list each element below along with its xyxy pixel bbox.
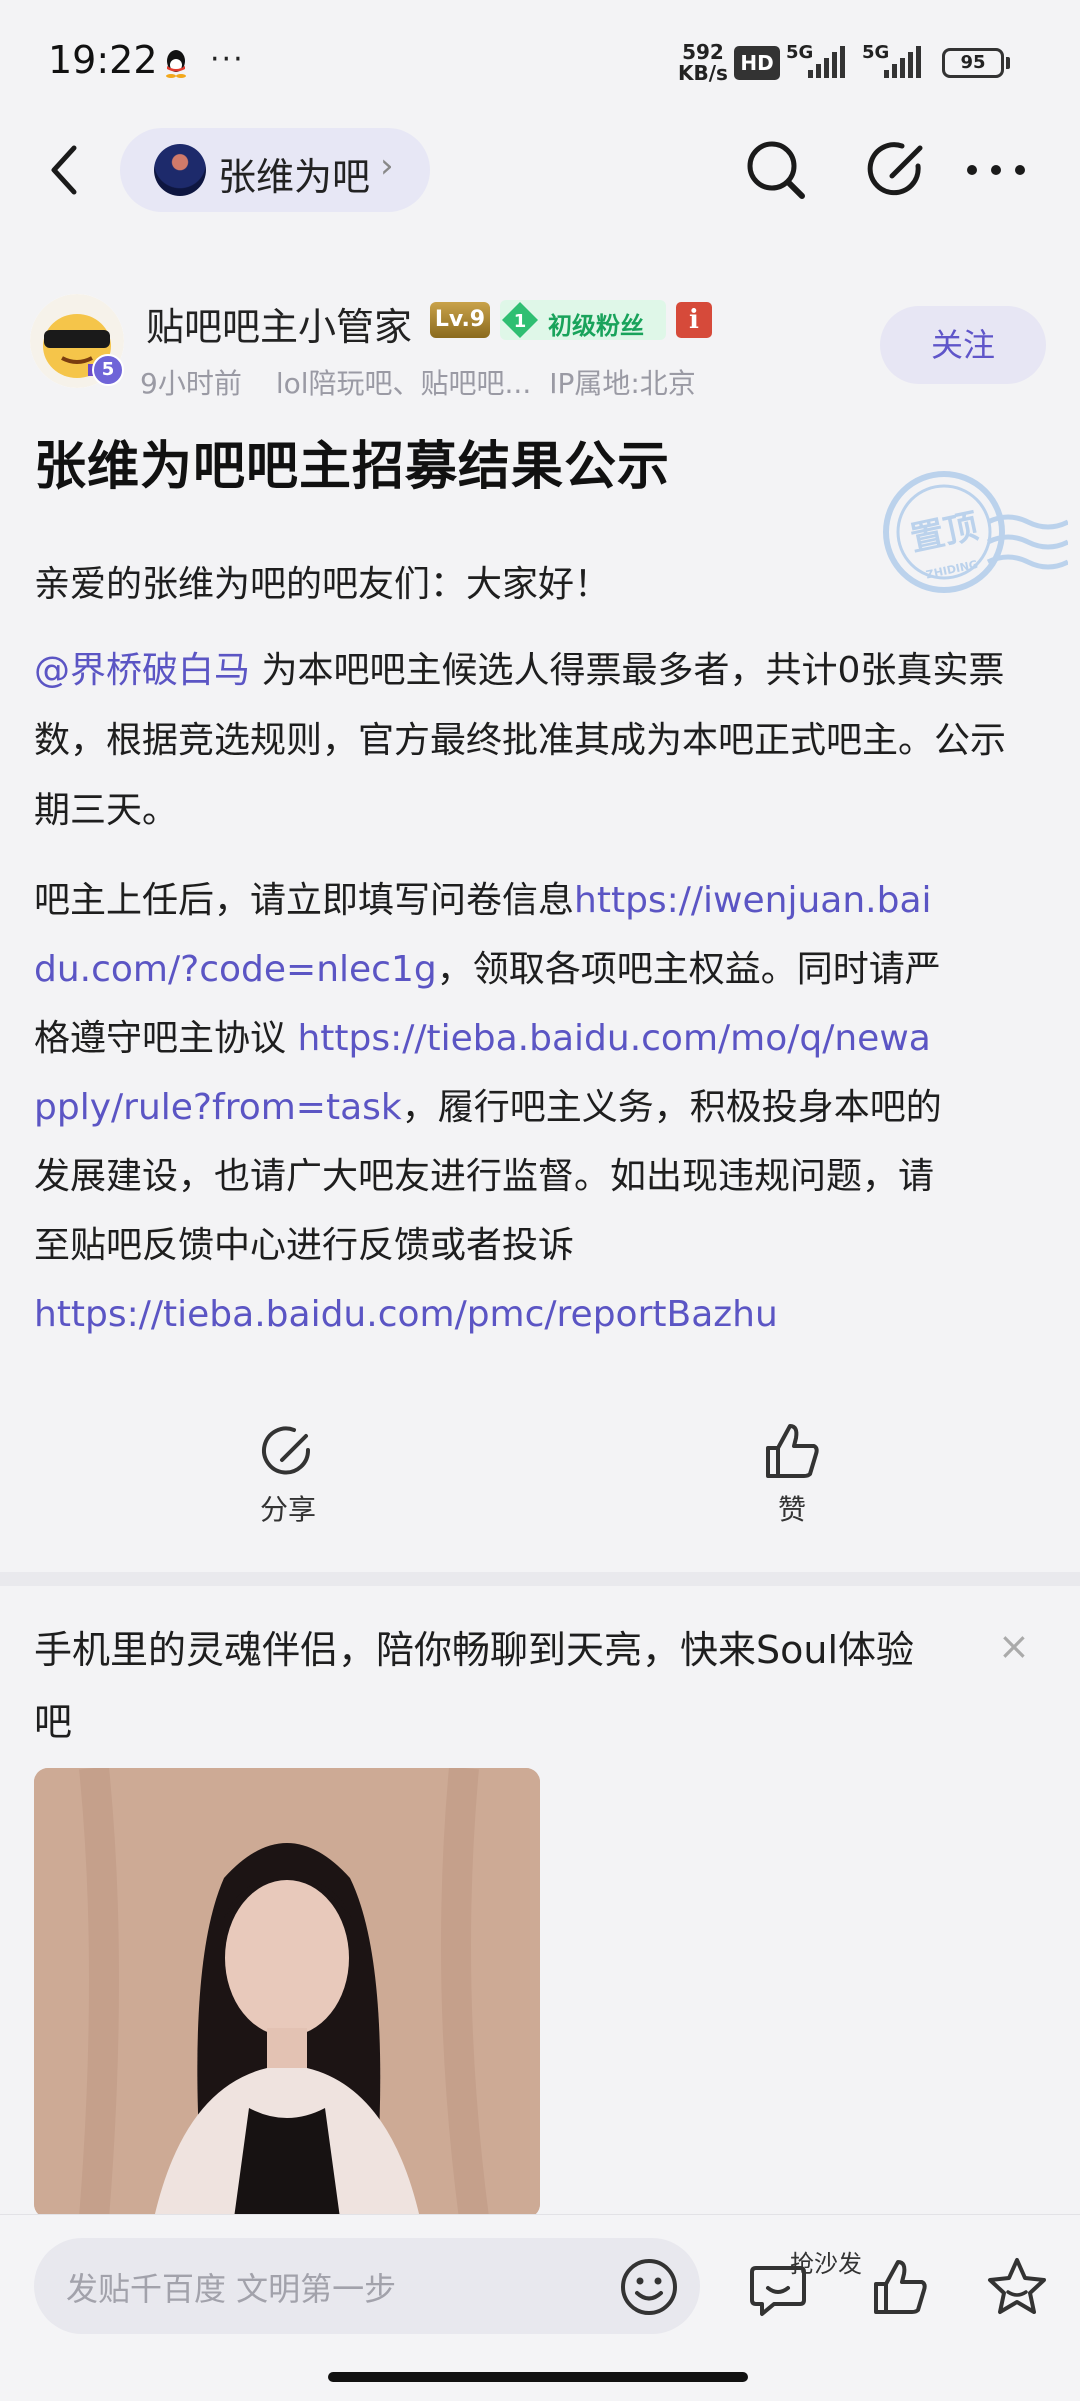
more-icon[interactable] — [956, 130, 1036, 210]
emoji-icon[interactable] — [618, 2256, 680, 2318]
star-icon[interactable] — [984, 2254, 1050, 2320]
author-name[interactable]: 贴吧吧主小管家 — [146, 296, 412, 351]
share-icon — [262, 1426, 311, 1475]
info-badge: i — [676, 302, 712, 338]
post-meta: 9小时前 lol陪玩吧、贴吧吧... IP属地:北京 — [140, 362, 696, 402]
fan-badge-label: 初级粉丝 — [548, 312, 644, 340]
close-icon[interactable]: × — [998, 1624, 1030, 1668]
level-badge: Lv.9 — [430, 302, 490, 338]
ad-image[interactable] — [34, 1768, 540, 2218]
sofa-label: 抢沙发 — [790, 2250, 862, 2278]
forum-avatar — [154, 144, 206, 196]
post-paragraph-1: @界桥破白马 为本吧吧主候选人得票最多者，共计0张真实票数，根据竞选规则，官方最… — [34, 650, 1007, 831]
status-more-dots: ··· — [210, 42, 245, 77]
signal-icon: 5G — [786, 42, 852, 82]
svg-text:1: 1 — [514, 311, 527, 332]
share-label: 分享 — [259, 1493, 316, 1526]
ad-text[interactable]: 手机里的灵魂伴侣，陪你畅聊到天亮，快来Soul体验吧 — [34, 1614, 934, 1758]
edit-icon[interactable] — [858, 130, 938, 210]
signal-icon-2: 5G — [862, 42, 936, 82]
net-speed: 592 KB/s — [678, 40, 728, 85]
post-source: lol陪玩吧、贴吧吧... — [275, 367, 532, 400]
like-button[interactable]: 赞 — [742, 1420, 842, 1528]
post-greeting: 亲爱的张维为吧的吧友们：大家好！ — [34, 564, 611, 605]
post-ip: IP属地:北京 — [549, 367, 696, 400]
battery-tip — [1006, 57, 1010, 69]
qq-icon — [166, 50, 186, 78]
reply-placeholder: 发贴千百度 文明第一步 — [66, 2270, 397, 2308]
forum-name[interactable]: 张维为吧 — [218, 146, 370, 201]
chevron-right-icon: › — [380, 146, 394, 186]
search-icon[interactable] — [736, 130, 816, 210]
avatar-badge: 5 — [92, 354, 124, 386]
post-time: 9小时前 — [140, 367, 242, 400]
like-bottom-icon[interactable] — [868, 2256, 932, 2320]
like-label: 赞 — [777, 1493, 806, 1526]
report-link[interactable]: https://tieba.baidu.com/pmc/reportBazhu — [34, 1280, 944, 1349]
hd-badge: HD — [734, 46, 780, 80]
diamond-icon: 1 — [502, 302, 538, 338]
status-time: 19:22 — [48, 38, 158, 82]
post-title: 张维为吧吧主招募结果公示 — [34, 437, 671, 497]
mention-link[interactable]: @界桥破白马 — [34, 650, 250, 691]
share-button[interactable]: 分享 — [238, 1420, 338, 1528]
follow-button[interactable]: 关注 — [880, 306, 1046, 384]
back-arrow-icon[interactable] — [44, 140, 84, 200]
battery-indicator: 95 — [942, 48, 1004, 78]
like-icon — [766, 1424, 819, 1478]
home-indicator — [328, 2372, 748, 2382]
status-bar: 19:22 ··· 592 KB/s HD 5G 5G 95 — [0, 0, 1080, 120]
section-divider — [0, 1572, 1080, 1586]
post-paragraph-2: 吧主上任后，请立即填写问卷信息https://iwenjuan.baidu.co… — [34, 866, 944, 1349]
